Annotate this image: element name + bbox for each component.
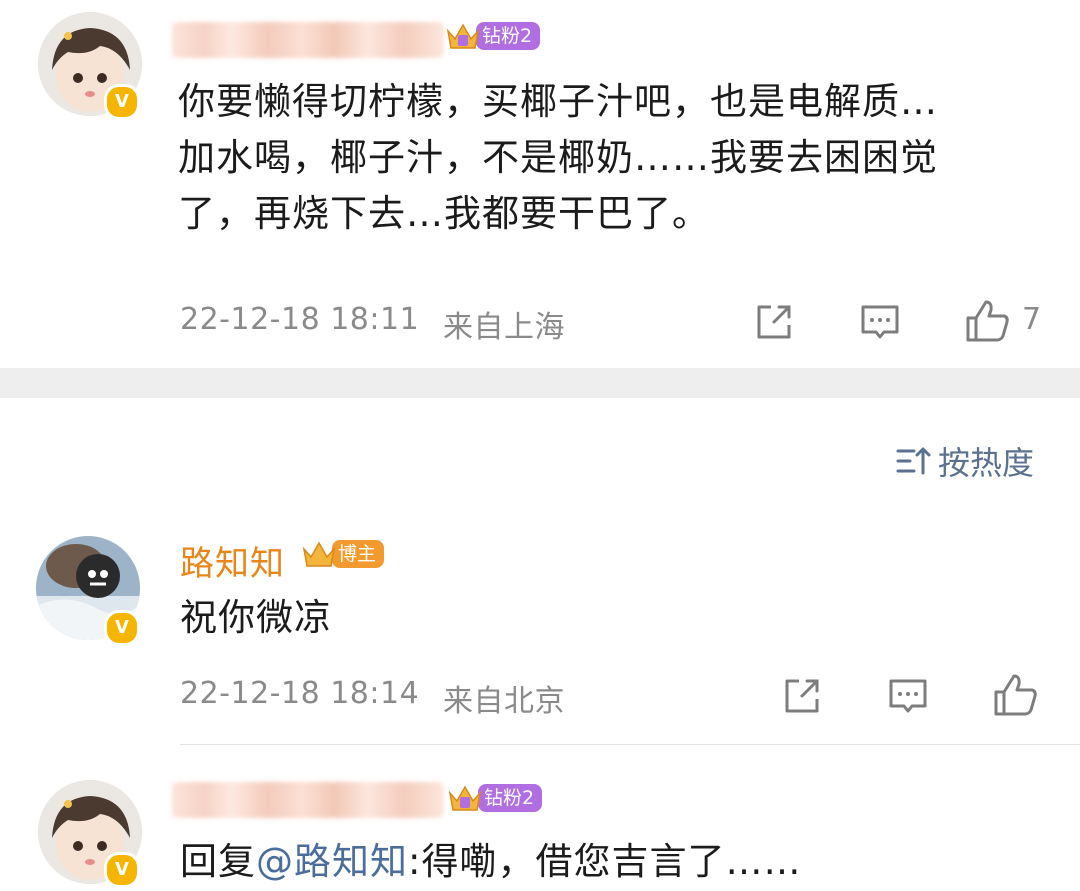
location: 来自北京 [443, 684, 565, 719]
reply-text: 回复@路知知:得嘞，借您吉言了…… [180, 836, 801, 888]
reply-prefix: 回复 [180, 840, 256, 883]
sort-icon [896, 447, 931, 475]
reply-text: 祝你微凉 [180, 596, 332, 639]
location: 来自上海 [443, 310, 565, 345]
comment-icon[interactable] [860, 302, 900, 342]
sort-label: 按热度 [938, 444, 1035, 482]
fan-badge[interactable]: 钻粉2 [446, 20, 541, 52]
comment-text-line: 你要懒得切柠檬，买椰子汁吧，也是电解质… [178, 80, 938, 123]
verified-badge: V [104, 610, 140, 646]
sort-by-hot-button[interactable]: 按热度 [896, 438, 1034, 484]
fan-badge-label: 钻粉2 [476, 22, 541, 50]
mention-link[interactable]: @路知知 [256, 840, 408, 883]
like-icon[interactable] [992, 672, 1038, 718]
verified-badge: V [104, 84, 140, 120]
timestamp: 22-12-18 18:11 [180, 302, 420, 337]
verified-badge: V [104, 852, 140, 888]
comment-text-line: 加水喝，椰子汁，不是椰奶……我要去困困觉 [178, 136, 938, 179]
reply-body: :得嘞，借您吉言了…… [408, 840, 802, 883]
blogger-badge-label: 博主 [332, 540, 385, 568]
username[interactable]: 路知知 [180, 536, 285, 585]
crown-icon [448, 785, 482, 811]
username-blurred[interactable] [172, 782, 444, 818]
timestamp: 22-12-18 18:14 [180, 676, 420, 711]
fan-badge-label: 钻粉2 [478, 784, 543, 812]
divider [180, 744, 1080, 745]
fan-badge[interactable]: 钻粉2 [448, 782, 543, 814]
crown-icon [446, 23, 480, 49]
comment-text-line: 了，再烧下去…我都要干巴了。 [178, 192, 710, 235]
share-icon[interactable] [782, 676, 822, 716]
like-icon[interactable] [964, 298, 1010, 344]
username-blurred[interactable] [172, 22, 444, 58]
blogger-badge: 博主 [302, 538, 385, 570]
crown-icon [302, 541, 336, 567]
like-count: 7 [1022, 302, 1042, 337]
section-divider [0, 368, 1080, 398]
comment-icon[interactable] [888, 676, 928, 716]
share-icon[interactable] [754, 302, 794, 342]
